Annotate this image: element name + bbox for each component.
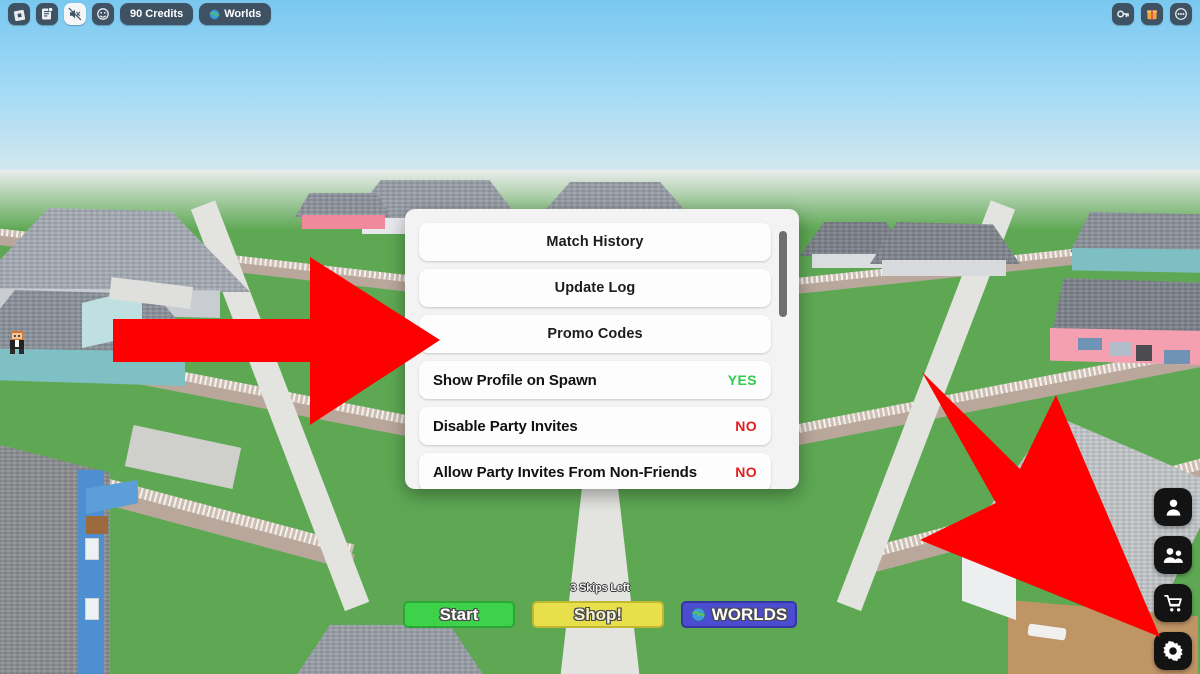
option-match-history[interactable]: Match History [419,223,771,261]
worlds-button[interactable]: WORLDS [681,601,797,628]
top-bar-right-group [1112,3,1192,25]
option-value: NO [735,418,757,434]
worlds-label: Worlds [224,8,262,20]
house-far-pink-roof [295,193,391,217]
start-button[interactable]: Start [403,601,515,628]
worlds-pill[interactable]: Worlds [199,3,272,25]
globe-icon [209,8,220,20]
option-disable-party-invites[interactable]: Disable Party Invites NO [419,407,771,445]
shop-button[interactable]: Shop! [532,601,664,628]
key-icon[interactable] [1112,3,1134,25]
shop-label: Shop! [573,604,623,624]
house-right-pink-window-1 [1078,338,1102,350]
clipboard-quests-icon[interactable] [36,3,58,25]
player-avatar [6,330,28,354]
mute-speaker-icon[interactable] [64,3,86,25]
option-value: YES [727,372,757,388]
option-update-log[interactable]: Update Log [419,269,771,307]
option-allow-party-invites-non-friends[interactable]: Allow Party Invites From Non-Friends NO [419,453,771,489]
house-bottomleft-window-1 [85,538,99,560]
more-dots-icon[interactable] [1170,3,1192,25]
annotation-arrow-right [920,372,1160,637]
option-label: Match History [546,234,644,250]
house-right-teal-wall [1072,248,1200,274]
option-label: Update Log [554,280,636,296]
house-right-pink-window-2 [1110,342,1132,356]
annotation-arrow-left [113,257,440,425]
settings-option-list: Match History Update Log Promo Codes Sho… [419,223,771,489]
worlds-button-label: WORLDS [711,604,788,624]
start-label: Start [439,604,479,624]
option-label: Promo Codes [547,326,643,342]
option-label: Allow Party Invites From Non-Friends [433,463,697,481]
game-screen: 90 Credits Worlds Match History Update L… [0,0,1200,674]
option-value: NO [735,464,757,480]
option-promo-codes[interactable]: Promo Codes [419,315,771,353]
house-far-pink-wall [302,215,385,229]
option-show-profile-on-spawn[interactable]: Show Profile on Spawn YES [419,361,771,399]
house-right-teal-roof [1070,212,1200,252]
roblox-logo-icon[interactable] [8,3,30,25]
worlds-globe-icon [691,607,706,622]
settings-dialog: Match History Update Log Promo Codes Sho… [405,209,799,489]
option-label: Disable Party Invites [433,417,578,435]
house-right-pink-roof [1052,278,1200,334]
house-right-grey-wall [882,260,1006,276]
gift-icon[interactable] [1141,3,1163,25]
top-bar: 90 Credits Worlds [0,0,1200,28]
dialog-scrollbar-track[interactable] [779,231,787,473]
credits-label: 90 Credits [130,8,184,20]
option-label: Show Profile on Spawn [433,371,597,389]
dialog-scrollbar-thumb[interactable] [779,231,787,317]
house-right-pink-door [1136,345,1152,361]
emote-face-icon[interactable] [92,3,114,25]
credits-pill[interactable]: 90 Credits [120,3,194,25]
house-bottomleft-door [86,516,108,534]
house-right-pink-window-3 [1164,350,1190,364]
